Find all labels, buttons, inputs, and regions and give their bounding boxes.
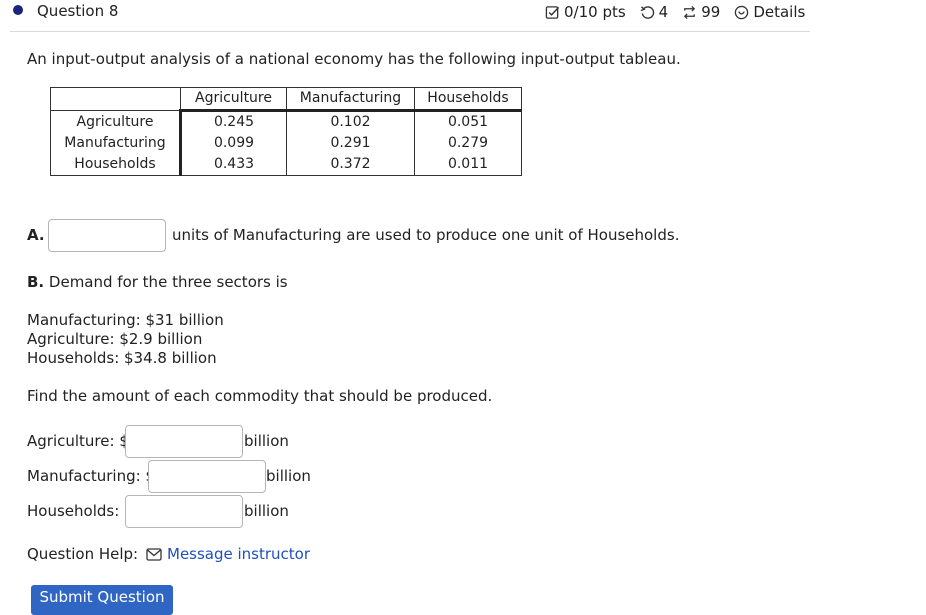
households-answer-label: Households: $	[27, 502, 134, 520]
part-b-text: Demand for the three sectors is	[44, 273, 288, 291]
envelope-icon	[146, 547, 162, 561]
row-header: Manufacturing	[50, 133, 182, 154]
table-row: Households 0.433 0.372 0.011	[50, 154, 522, 176]
manufacturing-answer-input[interactable]	[148, 460, 266, 493]
retry-icon[interactable]	[640, 5, 655, 20]
column-header: Manufacturing	[286, 87, 415, 112]
demand-line: Households: $34.8 billion	[27, 349, 217, 367]
details-icon[interactable]	[734, 5, 749, 20]
part-a-answer-input[interactable]	[48, 219, 166, 252]
message-instructor-label[interactable]: Message instructor	[167, 545, 310, 563]
question-title: Question 8	[37, 2, 119, 20]
details-link[interactable]: Details	[753, 3, 805, 21]
agriculture-answer-unit: billion	[244, 432, 289, 450]
retries-count: 4	[658, 3, 669, 21]
score-check-icon	[545, 5, 560, 20]
column-header: Households	[414, 87, 522, 112]
demand-line: Manufacturing: $31 billion	[27, 311, 224, 329]
table-cell: 0.011	[414, 154, 522, 176]
households-answer-input[interactable]	[125, 495, 243, 528]
attempts-icon	[682, 5, 697, 20]
score-text: 0/10 pts	[564, 3, 626, 21]
part-b-label: B.	[27, 273, 45, 291]
table-row: Agriculture 0.245 0.102 0.051	[50, 110, 522, 133]
submit-question-button[interactable]: Submit Question	[31, 585, 173, 615]
agriculture-answer-input[interactable]	[125, 425, 243, 458]
table-corner	[50, 87, 181, 111]
question-intro: An input-output analysis of a national e…	[27, 50, 681, 68]
column-header: Agriculture	[180, 87, 287, 112]
find-instruction: Find the amount of each commodity that s…	[27, 387, 493, 405]
row-header: Agriculture	[50, 110, 182, 133]
question-status-dot	[13, 5, 23, 15]
manufacturing-answer-unit: billion	[266, 467, 311, 485]
table-cell: 0.433	[180, 154, 287, 176]
households-answer-unit: billion	[244, 502, 289, 520]
table-cell: 0.279	[414, 133, 522, 154]
part-b-prompt: B. Demand for the three sectors is	[27, 273, 288, 291]
table-cell: 0.099	[180, 133, 287, 154]
input-output-tableau: Agriculture Manufacturing Households Agr…	[50, 87, 522, 176]
attempts-count: 99	[701, 3, 721, 21]
part-a-text: units of Manufacturing are used to produ…	[172, 226, 680, 244]
table-cell: 0.372	[286, 154, 415, 176]
table-cell: 0.245	[180, 110, 287, 133]
table-row: Manufacturing 0.099 0.291 0.279	[50, 133, 522, 154]
message-instructor-link[interactable]: Message instructor	[146, 545, 310, 563]
table-cell: 0.102	[286, 110, 415, 133]
manufacturing-answer-label: Manufacturing: $	[27, 467, 155, 485]
question-meta: 0/10 pts 4 99 Details	[545, 3, 805, 21]
part-a-label: A.	[27, 226, 45, 244]
question-help-label: Question Help:	[27, 545, 139, 563]
table-cell: 0.051	[414, 110, 522, 133]
agriculture-answer-label: Agriculture: $	[27, 432, 129, 450]
header-divider	[10, 31, 810, 32]
table-cell: 0.291	[286, 133, 415, 154]
row-header: Households	[50, 154, 182, 176]
demand-line: Agriculture: $2.9 billion	[27, 330, 203, 348]
